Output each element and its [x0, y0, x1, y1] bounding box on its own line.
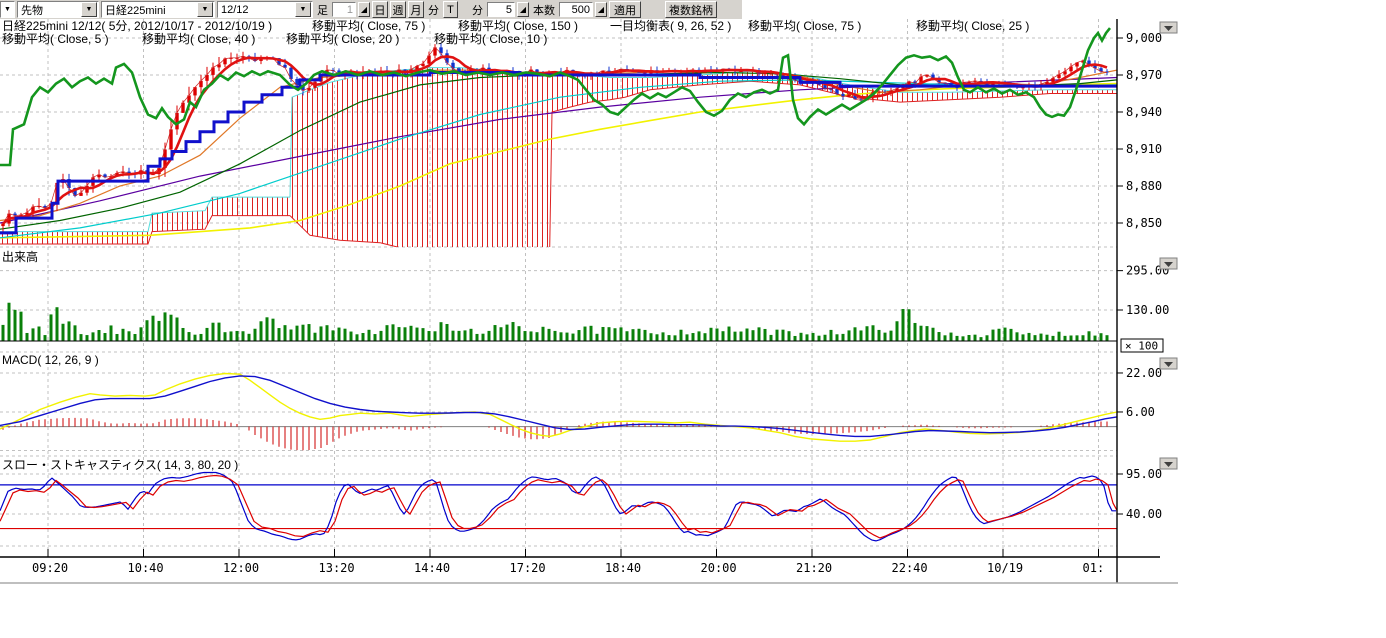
time-tick-label: 10/19: [987, 561, 1023, 575]
time-tick-label: 12:00: [223, 561, 259, 575]
volume-panel[interactable]: [0, 247, 1117, 352]
legend-item: 移動平均( Close, 5 ): [2, 32, 109, 46]
volume-multiplier-label: × 100: [1125, 340, 1158, 353]
macd-panel[interactable]: [0, 352, 1117, 456]
macd-panel-label: MACD( 12, 26, 9 ): [2, 353, 99, 367]
axis-tick-label: 8,880: [1126, 179, 1162, 193]
legend-item: 移動平均( Close, 40 ): [142, 32, 255, 46]
legend-item: 移動平均( Close, 25 ): [916, 19, 1029, 33]
axis-tick-label: 6.00: [1126, 405, 1155, 419]
legend-item: 一目均衡表( 9, 26, 52 ): [610, 19, 731, 33]
axis-tick-label: 8,970: [1126, 68, 1162, 82]
chart-surface[interactable]: 9,0008,9708,9408,9108,8808,850295.00130.…: [0, 0, 1386, 638]
legend-item: 日経225mini 12/12( 5分, 2012/10/17 - 2012/1…: [2, 19, 272, 33]
axis-tick-label: 22.00: [1126, 366, 1162, 380]
time-tick-label: 22:40: [892, 561, 928, 575]
time-tick-label: 18:40: [605, 561, 641, 575]
axis-tick-label: 9,000: [1126, 31, 1162, 45]
time-tick-label: 14:40: [414, 561, 450, 575]
axis-tick-label: 95.00: [1126, 467, 1162, 481]
legend-item: 移動平均( Close, 75 ): [748, 19, 861, 33]
axis-tick-label: 40.00: [1126, 507, 1162, 521]
legend-item: 移動平均( Close, 10 ): [434, 32, 547, 46]
panel-settings-dropdown[interactable]: [1160, 358, 1177, 369]
panel-settings-dropdown[interactable]: [1160, 258, 1177, 269]
time-tick-label: 21:20: [796, 561, 832, 575]
axis-tick-label: 8,940: [1126, 105, 1162, 119]
legend-item: 移動平均( Close, 20 ): [286, 32, 399, 46]
panel-settings-dropdown[interactable]: [1160, 22, 1177, 33]
time-tick-label: 10:40: [128, 561, 164, 575]
chart-application-window: ▼ 先物 ▼ 日経225mini ▼ 12/12 ▼ 足 1 ◢ 日 週 月 分…: [0, 0, 1386, 638]
time-tick-label: 09:20: [32, 561, 68, 575]
time-tick-label: 13:20: [319, 561, 355, 575]
panel-settings-dropdown[interactable]: [1160, 458, 1177, 469]
time-tick-label: 01:: [1083, 561, 1105, 575]
time-tick-label: 20:00: [701, 561, 737, 575]
axis-tick-label: 8,910: [1126, 142, 1162, 156]
axis-tick-label: 8,850: [1126, 216, 1162, 230]
stoch-panel-label: スロー・ストキャスティクス( 14, 3, 80, 20 ): [2, 458, 238, 472]
time-tick-label: 17:20: [510, 561, 546, 575]
axis-tick-label: 130.00: [1126, 303, 1169, 317]
legend-item: 移動平均( Close, 75 ): [312, 19, 425, 33]
legend-item: 移動平均( Close, 150 ): [458, 19, 578, 33]
volume-panel-label: 出来高: [2, 249, 38, 264]
